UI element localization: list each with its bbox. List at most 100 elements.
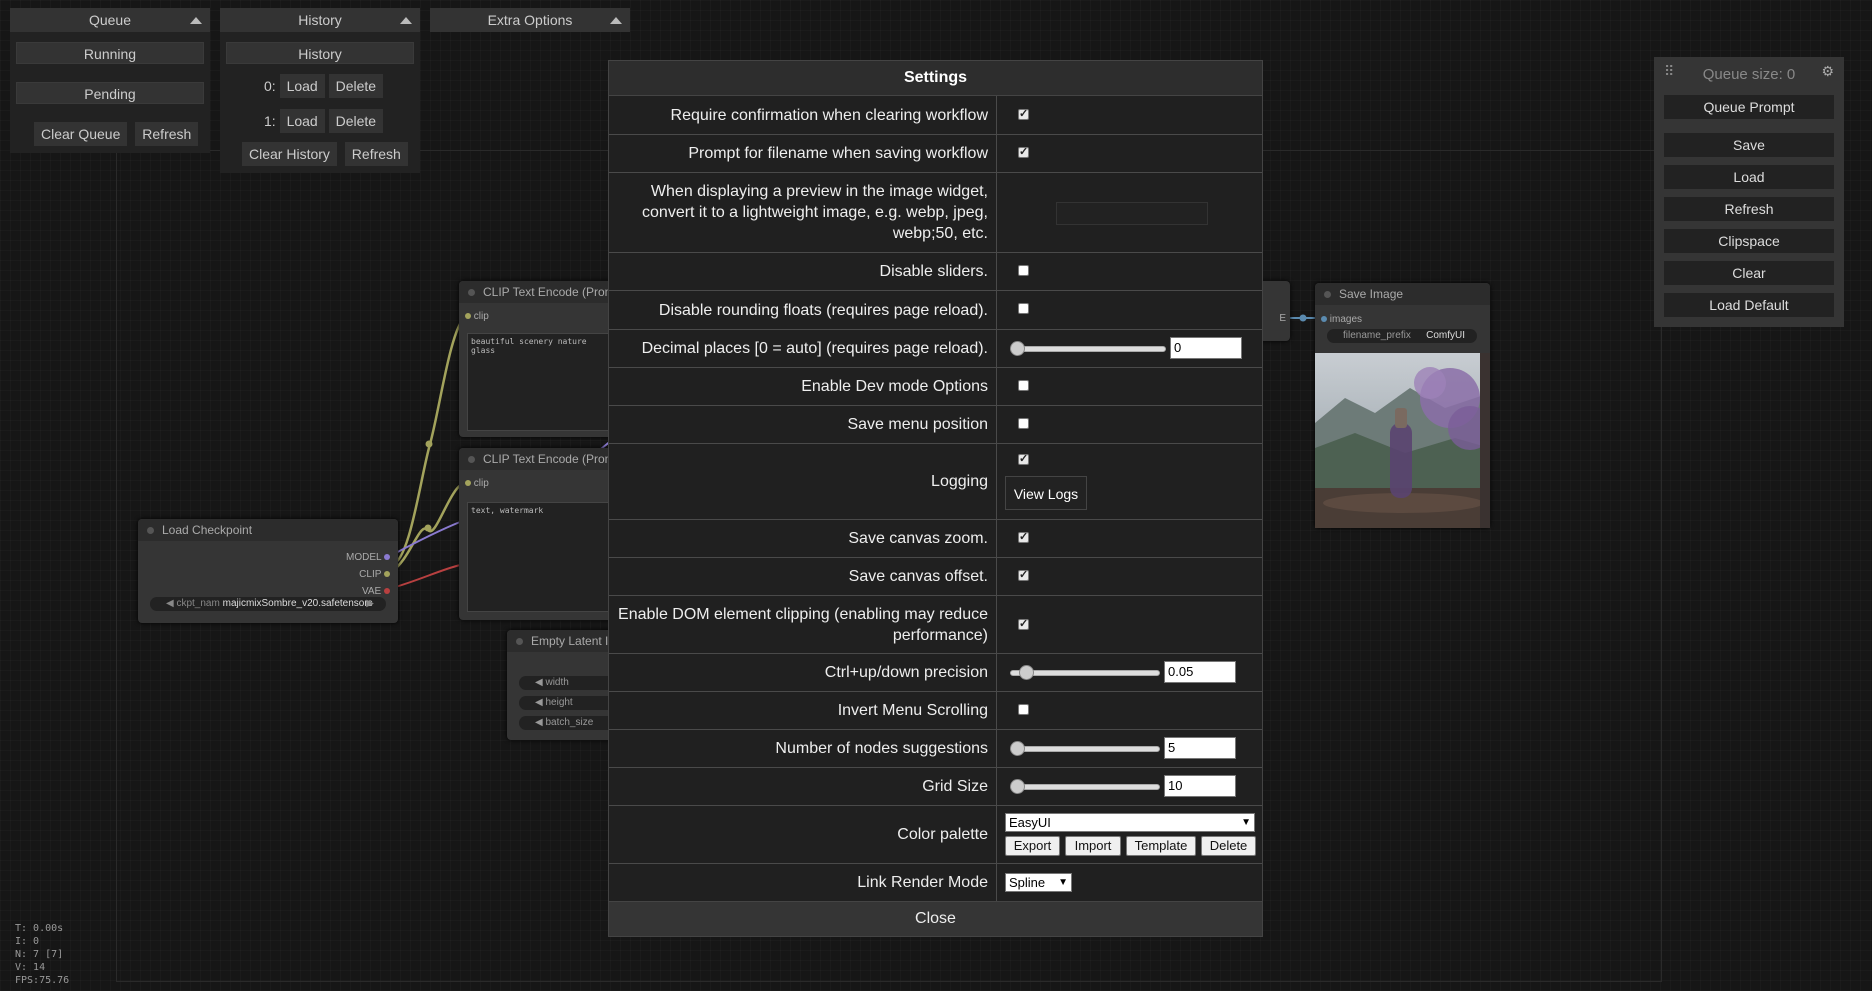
prompt-textarea[interactable]: beautiful scenery nature glass	[467, 333, 617, 431]
setting-checkbox[interactable]	[1018, 265, 1029, 276]
slider-knob[interactable]	[1010, 341, 1025, 356]
batch-size-widget[interactable]: ◀ batch_size	[519, 716, 615, 730]
queue-refresh-button[interactable]: Refresh	[135, 122, 199, 146]
slider-knob[interactable]	[1010, 779, 1025, 794]
load-checkpoint-node[interactable]: Load Checkpoint MODEL CLIP VAE ◀ ckpt_na…	[138, 519, 398, 623]
stat-line: I: 0	[15, 936, 40, 947]
setting-row: Logging View Logs	[609, 444, 1262, 520]
collapse-icon[interactable]	[190, 17, 202, 24]
setting-slider[interactable]	[1010, 741, 1160, 756]
setting-checkbox[interactable]	[1018, 145, 1029, 158]
refresh-button[interactable]: Refresh	[1664, 197, 1834, 221]
load-button[interactable]: Load	[1664, 165, 1834, 189]
link-render-mode-select[interactable]: Spline ▼	[1005, 873, 1072, 892]
collapse-icon[interactable]	[400, 17, 412, 24]
slot-label: clip	[473, 478, 489, 489]
clip-text-encode-node[interactable]: CLIP Text Encode (Prom clip beautiful sc…	[459, 281, 619, 437]
history-refresh-button[interactable]: Refresh	[344, 142, 408, 166]
setting-checkbox[interactable]	[1018, 107, 1029, 120]
node-title: CLIP Text Encode (Prom	[459, 281, 619, 303]
setting-checkbox[interactable]	[1018, 617, 1029, 630]
export-palette-button[interactable]: Export	[1005, 836, 1060, 856]
setting-row: Save canvas offset.	[609, 558, 1262, 596]
setting-checkbox[interactable]	[1018, 568, 1029, 581]
empty-latent-node[interactable]: Empty Latent I ◀ width ◀ height ◀ batch_…	[507, 630, 617, 740]
setting-label: Number of nodes suggestions	[609, 730, 997, 767]
history-header-button[interactable]: History	[226, 42, 414, 64]
stat-line: FPS:75.76	[15, 975, 70, 986]
setting-row: Save menu position	[609, 406, 1262, 444]
setting-number-input[interactable]: 10	[1164, 775, 1236, 797]
setting-slider[interactable]	[1010, 779, 1160, 794]
close-button[interactable]: Close	[609, 901, 1262, 936]
clear-history-button[interactable]: Clear History	[242, 142, 337, 166]
slider-knob[interactable]	[1010, 741, 1025, 756]
setting-number-input[interactable]: 0.05	[1164, 661, 1236, 683]
gear-icon[interactable]: ⚙	[1821, 63, 1834, 80]
setting-row: Save canvas zoom.	[609, 520, 1262, 558]
setting-label: Link Render Mode	[609, 864, 997, 901]
delete-palette-button[interactable]: Delete	[1201, 836, 1256, 856]
setting-label: When displaying a preview in the image w…	[609, 173, 997, 252]
slider-knob[interactable]	[1019, 665, 1034, 680]
setting-checkbox[interactable]	[1018, 303, 1029, 314]
setting-row: Enable DOM element clipping (enabling ma…	[609, 596, 1262, 654]
history-delete-button[interactable]: Delete	[328, 74, 384, 98]
input-slot-icon[interactable]	[465, 480, 471, 486]
setting-slider[interactable]	[1010, 665, 1160, 680]
history-delete-button[interactable]: Delete	[328, 109, 384, 133]
collapse-icon[interactable]	[610, 17, 622, 24]
clipspace-button[interactable]: Clipspace	[1664, 229, 1834, 253]
clip-text-encode-node[interactable]: CLIP Text Encode (Prom clip text, waterm…	[459, 448, 619, 620]
clear-button[interactable]: Clear	[1664, 261, 1834, 285]
prompt-textarea[interactable]: text, watermark	[467, 502, 617, 612]
setting-checkbox[interactable]	[1018, 530, 1029, 543]
input-slot-icon[interactable]	[465, 313, 471, 319]
width-widget[interactable]: ◀ width	[519, 676, 615, 690]
load-default-button[interactable]: Load Default	[1664, 293, 1834, 317]
queue-panel-header[interactable]: Queue	[10, 8, 210, 32]
setting-checkbox[interactable]	[1018, 704, 1029, 715]
setting-row: Invert Menu Scrolling	[609, 692, 1262, 730]
import-palette-button[interactable]: Import	[1065, 836, 1121, 856]
clear-queue-button[interactable]: Clear Queue	[34, 122, 128, 146]
history-item-index: 0:	[264, 78, 276, 94]
output-image	[1315, 353, 1490, 528]
history-title: History	[298, 12, 342, 28]
output-slot-icon[interactable]	[384, 554, 390, 560]
ckpt-name-combo[interactable]: ◀ ckpt_nam majicmixSombre_v20.safetensor…	[150, 597, 386, 611]
output-slot-icon[interactable]	[384, 571, 390, 577]
color-palette-select[interactable]: EasyUI ▼	[1005, 813, 1255, 832]
setting-number-input[interactable]: 5	[1164, 737, 1236, 759]
setting-checkbox[interactable]	[1018, 452, 1029, 465]
height-widget[interactable]: ◀ height	[519, 696, 615, 710]
view-logs-button[interactable]: View Logs	[1005, 476, 1087, 510]
setting-slider[interactable]	[1010, 341, 1166, 356]
save-image-node[interactable]: Save Image images filename_prefix ComfyUI	[1315, 283, 1490, 528]
template-palette-button[interactable]: Template	[1126, 836, 1196, 856]
arrow-right-icon[interactable]: ▶	[366, 597, 374, 611]
setting-checkbox[interactable]	[1018, 380, 1029, 391]
comfy-menu: ⠿ Queue size: 0 ⚙ Queue Prompt Save Load…	[1654, 57, 1844, 327]
queue-size-label: Queue size: 0	[1702, 66, 1796, 83]
queue-prompt-button[interactable]: Queue Prompt	[1664, 95, 1834, 119]
settings-dialog: Settings Require confirmation when clear…	[608, 60, 1263, 937]
setting-row: Grid Size 10	[609, 768, 1262, 806]
history-load-button[interactable]: Load	[279, 109, 325, 133]
history-panel-header[interactable]: History	[220, 8, 420, 32]
running-button[interactable]: Running	[16, 42, 204, 64]
setting-number-input[interactable]: 0	[1170, 337, 1242, 359]
history-load-button[interactable]: Load	[279, 74, 325, 98]
input-slot-icon[interactable]	[1321, 316, 1327, 322]
history-panel: History History 0: Load Delete 1: Load D…	[220, 8, 420, 173]
select-value: EasyUI	[1009, 815, 1051, 830]
setting-checkbox[interactable]	[1018, 418, 1029, 429]
extra-options-header[interactable]: Extra Options	[430, 8, 630, 32]
output-slot-icon[interactable]	[384, 588, 390, 594]
stat-line: T: 0.00s	[15, 923, 64, 934]
filename-prefix-widget[interactable]: filename_prefix ComfyUI	[1327, 329, 1477, 343]
preview-format-input[interactable]	[1056, 202, 1208, 225]
pending-button[interactable]: Pending	[16, 82, 204, 104]
setting-label: Disable sliders.	[609, 253, 997, 290]
save-button[interactable]: Save	[1664, 133, 1834, 157]
